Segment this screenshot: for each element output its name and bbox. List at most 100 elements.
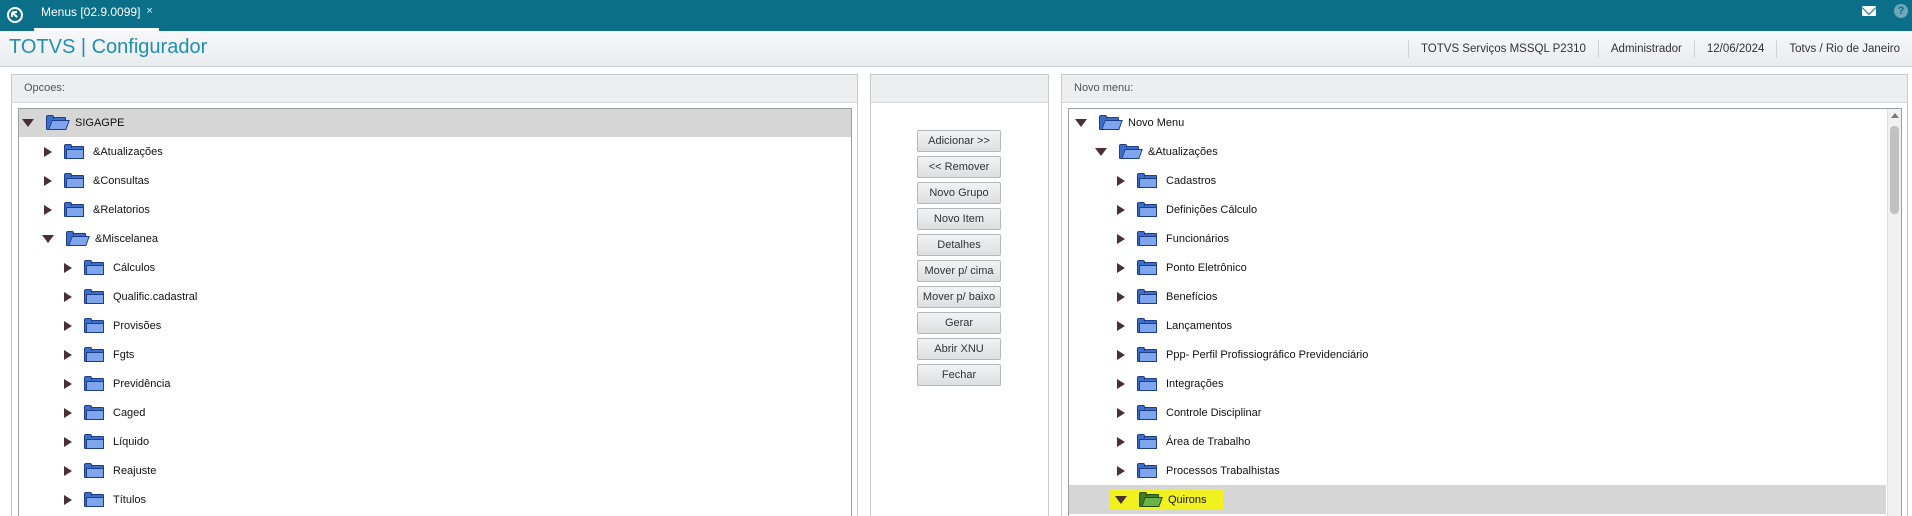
opcoes-tree-item[interactable]: Cálculos (19, 253, 851, 282)
opcoes-tree-item[interactable]: Previdência (19, 369, 851, 398)
folder-icon (64, 144, 84, 159)
opcoes-tree-item[interactable]: Reajuste (19, 456, 851, 485)
fechar-button[interactable]: Fechar (917, 364, 1001, 386)
expanded-arrow-icon[interactable] (1095, 147, 1107, 156)
opcoes-tree-item[interactable]: Fgts (19, 340, 851, 369)
collapsed-arrow-icon[interactable] (44, 146, 52, 157)
collapsed-arrow-icon[interactable] (64, 349, 72, 360)
opcoes-tree-item[interactable]: Qualific.cadastral (19, 282, 851, 311)
collapsed-arrow-icon[interactable] (64, 378, 72, 389)
novo-menu-tree-item[interactable]: Definições Cálculo (1069, 195, 1886, 224)
totvs-logo-icon[interactable] (7, 7, 23, 23)
novo-menu-tree-item[interactable]: Quirons (1069, 485, 1886, 514)
tree-item-label: SIGAGPE (75, 116, 125, 129)
tree-item-label: Novo Menu (1128, 116, 1185, 129)
folder-open-icon (1119, 144, 1143, 159)
collapsed-arrow-icon[interactable] (1117, 320, 1125, 331)
folder-open-icon (46, 115, 70, 130)
header-branch: Totvs / Rio de Janeiro (1776, 40, 1912, 58)
novo-menu-tree-item[interactable]: &Atualizações (1069, 137, 1886, 166)
opcoes-tree-item[interactable]: Caged (19, 398, 851, 427)
tree-item-label: Qualific.cadastral (113, 290, 198, 303)
top-tab-bar: Menus [02.9.0099] × ? (0, 0, 1912, 31)
scrollbar-thumb[interactable] (1890, 126, 1899, 214)
collapsed-arrow-icon[interactable] (64, 320, 72, 331)
novo-menu-tree-item[interactable]: Novo Menu (1069, 109, 1886, 137)
expanded-arrow-icon[interactable] (1075, 118, 1087, 127)
collapsed-arrow-icon[interactable] (44, 175, 52, 186)
collapsed-arrow-icon[interactable] (1117, 262, 1125, 273)
folder-open-icon (66, 231, 90, 246)
expanded-arrow-icon[interactable] (22, 118, 34, 127)
collapsed-arrow-icon[interactable] (64, 494, 72, 505)
opcoes-tree-item[interactable]: &Relatorios (19, 195, 851, 224)
collapsed-arrow-icon[interactable] (64, 262, 72, 273)
collapsed-arrow-icon[interactable] (1117, 175, 1125, 186)
folder-icon (1137, 231, 1157, 246)
opcoes-tree-item[interactable]: Provisões (19, 311, 851, 340)
tree-item-label: Caged (113, 406, 146, 419)
collapsed-arrow-icon[interactable] (1117, 436, 1125, 447)
collapsed-arrow-icon[interactable] (64, 291, 72, 302)
collapsed-arrow-icon[interactable] (1117, 204, 1125, 215)
opcoes-tree-item[interactable]: Líquido (19, 427, 851, 456)
novo-menu-tree-item[interactable]: Ponto Eletrônico (1069, 253, 1886, 282)
collapsed-arrow-icon[interactable] (64, 407, 72, 418)
mail-icon[interactable] (1862, 6, 1876, 16)
novo-menu-tree-item[interactable]: Integrações (1069, 369, 1886, 398)
opcoes-tree-item[interactable]: SIGAGPE (19, 109, 851, 137)
collapsed-arrow-icon[interactable] (64, 465, 72, 476)
folder-icon (84, 376, 104, 391)
folder-icon (64, 173, 84, 188)
collapsed-arrow-icon[interactable] (44, 204, 52, 215)
adicionar-button[interactable]: Adicionar >> (917, 130, 1001, 152)
novo-menu-tree-item[interactable]: Benefícios (1069, 282, 1886, 311)
expanded-arrow-icon[interactable] (1115, 495, 1127, 504)
tab-close-icon[interactable]: × (146, 0, 152, 22)
tree-item-label: Líquido (113, 435, 150, 448)
vertical-scrollbar[interactable] (1887, 109, 1901, 516)
tree-item-label: Área de Trabalho (1166, 435, 1251, 448)
abrir-xnu-button[interactable]: Abrir XNU (917, 338, 1001, 360)
folder-icon (84, 289, 104, 304)
opcoes-tree-item[interactable]: &Miscelanea (19, 224, 851, 253)
tree-item-label: Ponto Eletrônico (1166, 261, 1247, 274)
remover-button[interactable]: << Remover (917, 156, 1001, 178)
mover-baixo-button[interactable]: Mover p/ baixo (917, 286, 1001, 308)
novo-menu-tree-item[interactable]: Cadastros (1069, 166, 1886, 195)
gerar-button[interactable]: Gerar (917, 312, 1001, 334)
novo-menu-tree-item[interactable]: Processos Trabalhistas (1069, 456, 1886, 485)
collapsed-arrow-icon[interactable] (1117, 407, 1125, 418)
novo-menu-tree-item[interactable]: Área de Trabalho (1069, 427, 1886, 456)
detalhes-button[interactable]: Detalhes (917, 234, 1001, 256)
collapsed-arrow-icon[interactable] (1117, 291, 1125, 302)
tree-item-label: Títulos (113, 493, 147, 506)
scroll-up-icon[interactable] (1891, 113, 1899, 118)
novo-grupo-button[interactable]: Novo Grupo (917, 182, 1001, 204)
novo-item-button[interactable]: Novo Item (917, 208, 1001, 230)
novo-menu-tree-item[interactable]: Funcionários (1069, 224, 1886, 253)
help-icon[interactable]: ? (1894, 4, 1908, 18)
folder-icon (1137, 289, 1157, 304)
novo-menu-tree-item[interactable]: Lançamentos (1069, 311, 1886, 340)
novo-menu-tree[interactable]: Novo Menu &Atualizações Cadastros Definiçõe… (1068, 108, 1902, 516)
novo-menu-tree-item[interactable]: Ppp- Perfil Profissiográfico Previdenciá… (1069, 340, 1886, 369)
tree-item-label: &Atualizações (1148, 145, 1218, 158)
collapsed-arrow-icon[interactable] (1117, 349, 1125, 360)
folder-icon (1137, 260, 1157, 275)
collapsed-arrow-icon[interactable] (1117, 233, 1125, 244)
opcoes-tree[interactable]: SIGAGPE &Atualizações &Consultas &Relatorio… (18, 108, 852, 516)
tab-menus[interactable]: Menus [02.9.0099] × (34, 0, 159, 31)
opcoes-tree-item[interactable]: &Consultas (19, 166, 851, 195)
collapsed-arrow-icon[interactable] (1117, 465, 1125, 476)
collapsed-arrow-icon[interactable] (64, 436, 72, 447)
opcoes-tree-item[interactable]: Títulos (19, 485, 851, 514)
expanded-arrow-icon[interactable] (42, 234, 54, 243)
folder-icon (1137, 202, 1157, 217)
opcoes-tree-item[interactable]: &Atualizações (19, 137, 851, 166)
mover-cima-button[interactable]: Mover p/ cima (917, 260, 1001, 282)
collapsed-arrow-icon[interactable] (1117, 378, 1125, 389)
opcoes-panel-title: Opcoes: (12, 75, 857, 103)
tree-item-label: Controle Disciplinar (1166, 406, 1262, 419)
novo-menu-tree-item[interactable]: Controle Disciplinar (1069, 398, 1886, 427)
